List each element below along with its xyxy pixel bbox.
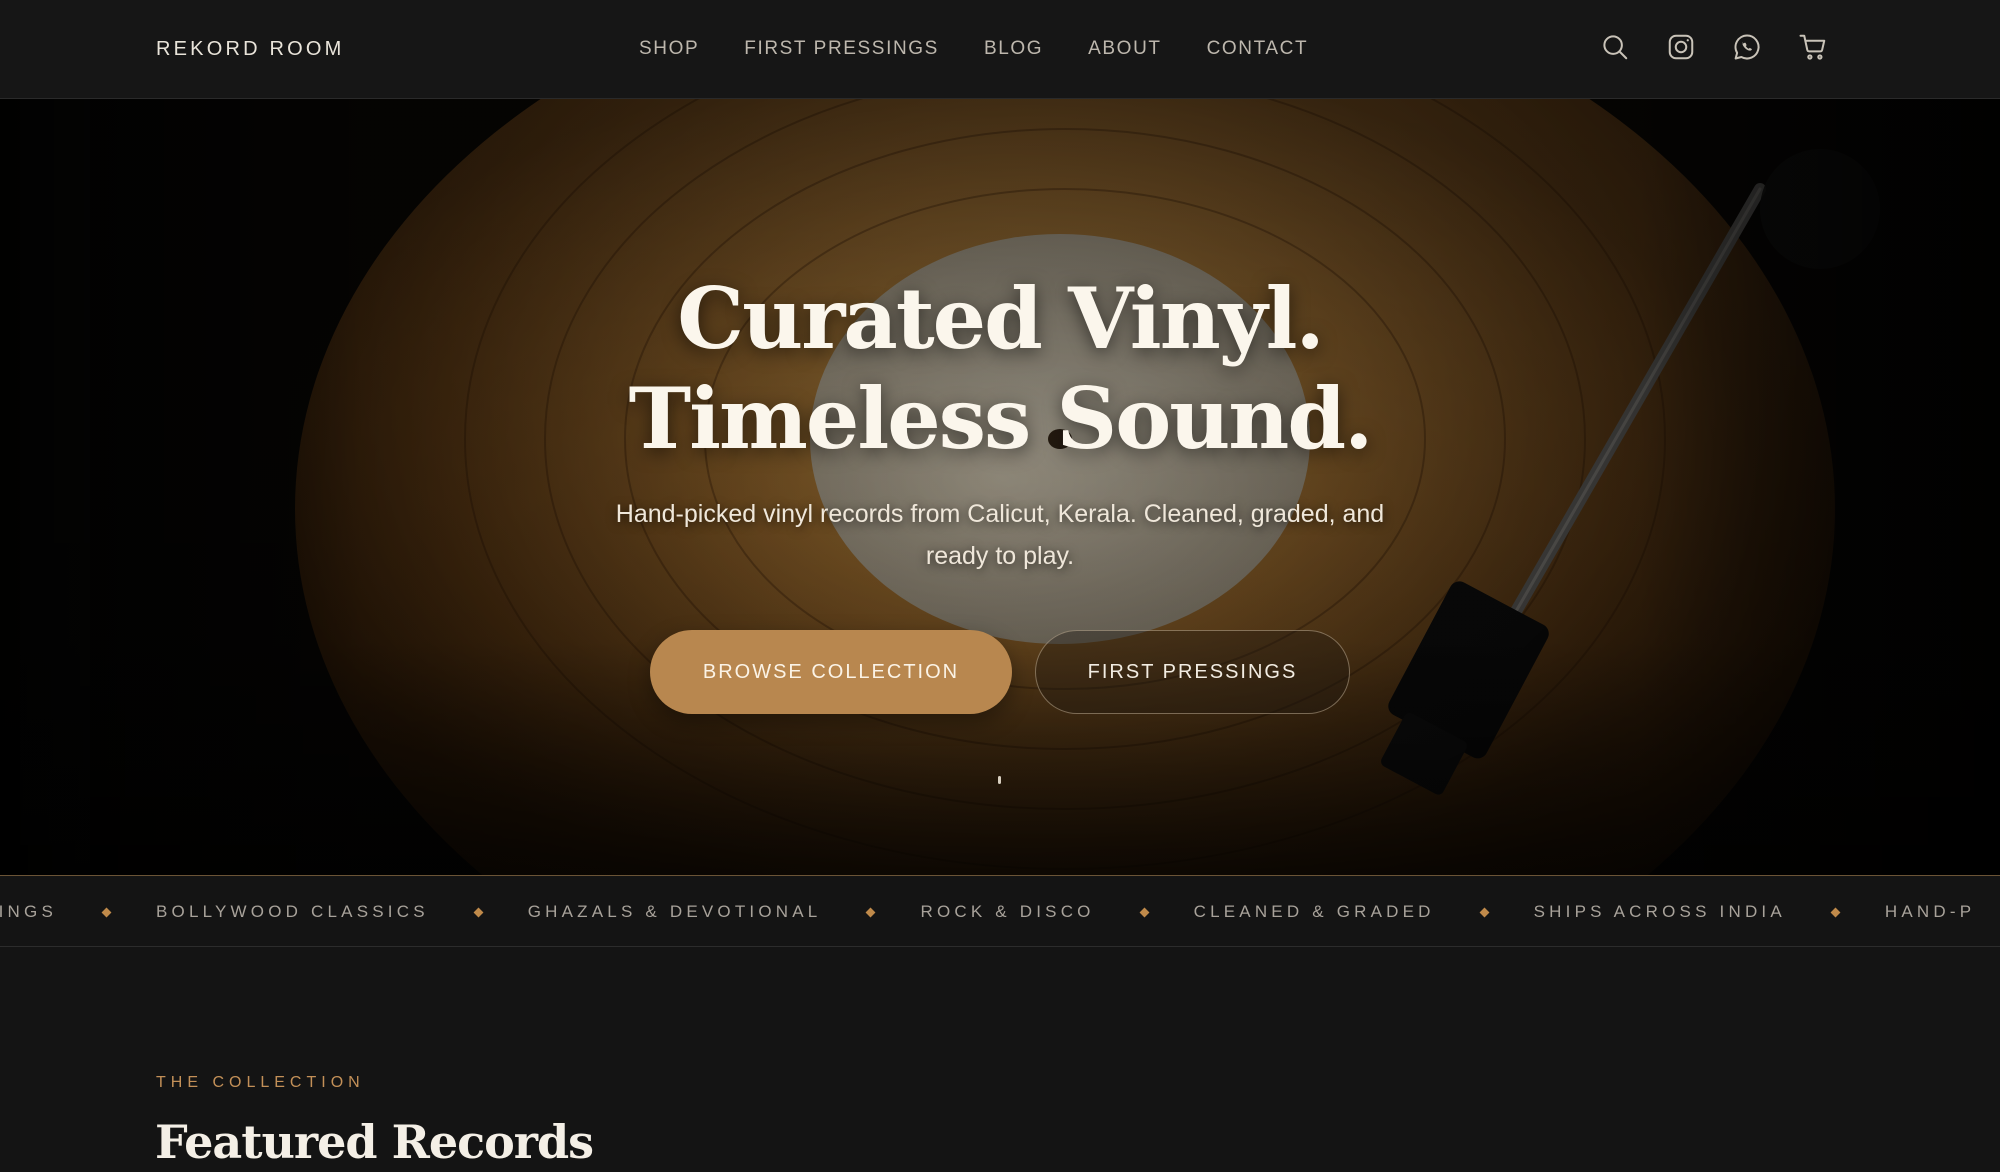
hero-overlay: [0, 99, 2000, 875]
marquee-track: PRESSINGS BOLLYWOOD CLASSICS GHAZALS & D…: [0, 876, 1976, 946]
marquee-item: GHAZALS & DEVOTIONAL: [527, 902, 822, 921]
marquee-item: PRESSINGS: [0, 902, 57, 921]
hero-subtitle: Hand-picked vinyl records from Calicut, …: [615, 500, 1385, 570]
cart-icon[interactable]: [1796, 30, 1830, 64]
nav-link-first-pressings[interactable]: FIRST PRESSINGS: [744, 36, 939, 62]
scroll-indicator: [998, 776, 1001, 784]
marquee-item: BOLLYWOOD CLASSICS: [156, 902, 429, 921]
nav-icons: [1566, 30, 1830, 64]
diamond-separator-icon: [1479, 907, 1490, 917]
nav-link-blog[interactable]: BLOG: [984, 36, 1043, 62]
nav-link-shop[interactable]: SHOP: [639, 36, 699, 62]
diamond-separator-icon: [1139, 907, 1150, 917]
nav-link-about[interactable]: ABOUT: [1088, 36, 1161, 62]
top-navigation: REKORD ROOM SHOP FIRST PRESSINGS BLOG AB…: [0, 0, 2000, 99]
diamond-separator-icon: [473, 907, 484, 917]
hero-section: Curated Vinyl. Timeless Sound. Hand-pick…: [0, 99, 2000, 875]
nav-link-contact[interactable]: CONTACT: [1207, 36, 1309, 62]
hero-title-line-1: Curated Vinyl.: [677, 269, 1324, 368]
hero-title-line-2: Timeless Sound.: [628, 369, 1374, 468]
whatsapp-icon[interactable]: [1730, 30, 1764, 64]
marquee-item: HAND-P: [1884, 902, 1976, 921]
search-icon[interactable]: [1598, 30, 1632, 64]
marquee-item: ROCK & DISCO: [920, 902, 1095, 921]
marquee-item: SHIPS ACROSS INDIA: [1533, 902, 1786, 921]
diamond-separator-icon: [866, 907, 876, 917]
section-title: Featured Records: [155, 1115, 594, 1169]
diamond-separator-icon: [1830, 907, 1841, 917]
nav-links: SHOP FIRST PRESSINGS BLOG ABOUT CONTACT: [639, 36, 1353, 62]
section-eyebrow: THE COLLECTION: [156, 1074, 365, 1091]
brand-logo[interactable]: REKORD ROOM: [156, 36, 345, 62]
category-marquee: PRESSINGS BOLLYWOOD CLASSICS GHAZALS & D…: [0, 875, 2000, 947]
hero-title: Curated Vinyl. Timeless Sound.: [0, 269, 2000, 469]
instagram-icon[interactable]: [1664, 30, 1698, 64]
first-pressings-button[interactable]: FIRST PRESSINGS: [1035, 630, 1350, 714]
browse-collection-button[interactable]: BROWSE COLLECTION: [650, 630, 1012, 714]
diamond-separator-icon: [101, 907, 112, 917]
marquee-item: CLEANED & GRADED: [1193, 902, 1435, 921]
